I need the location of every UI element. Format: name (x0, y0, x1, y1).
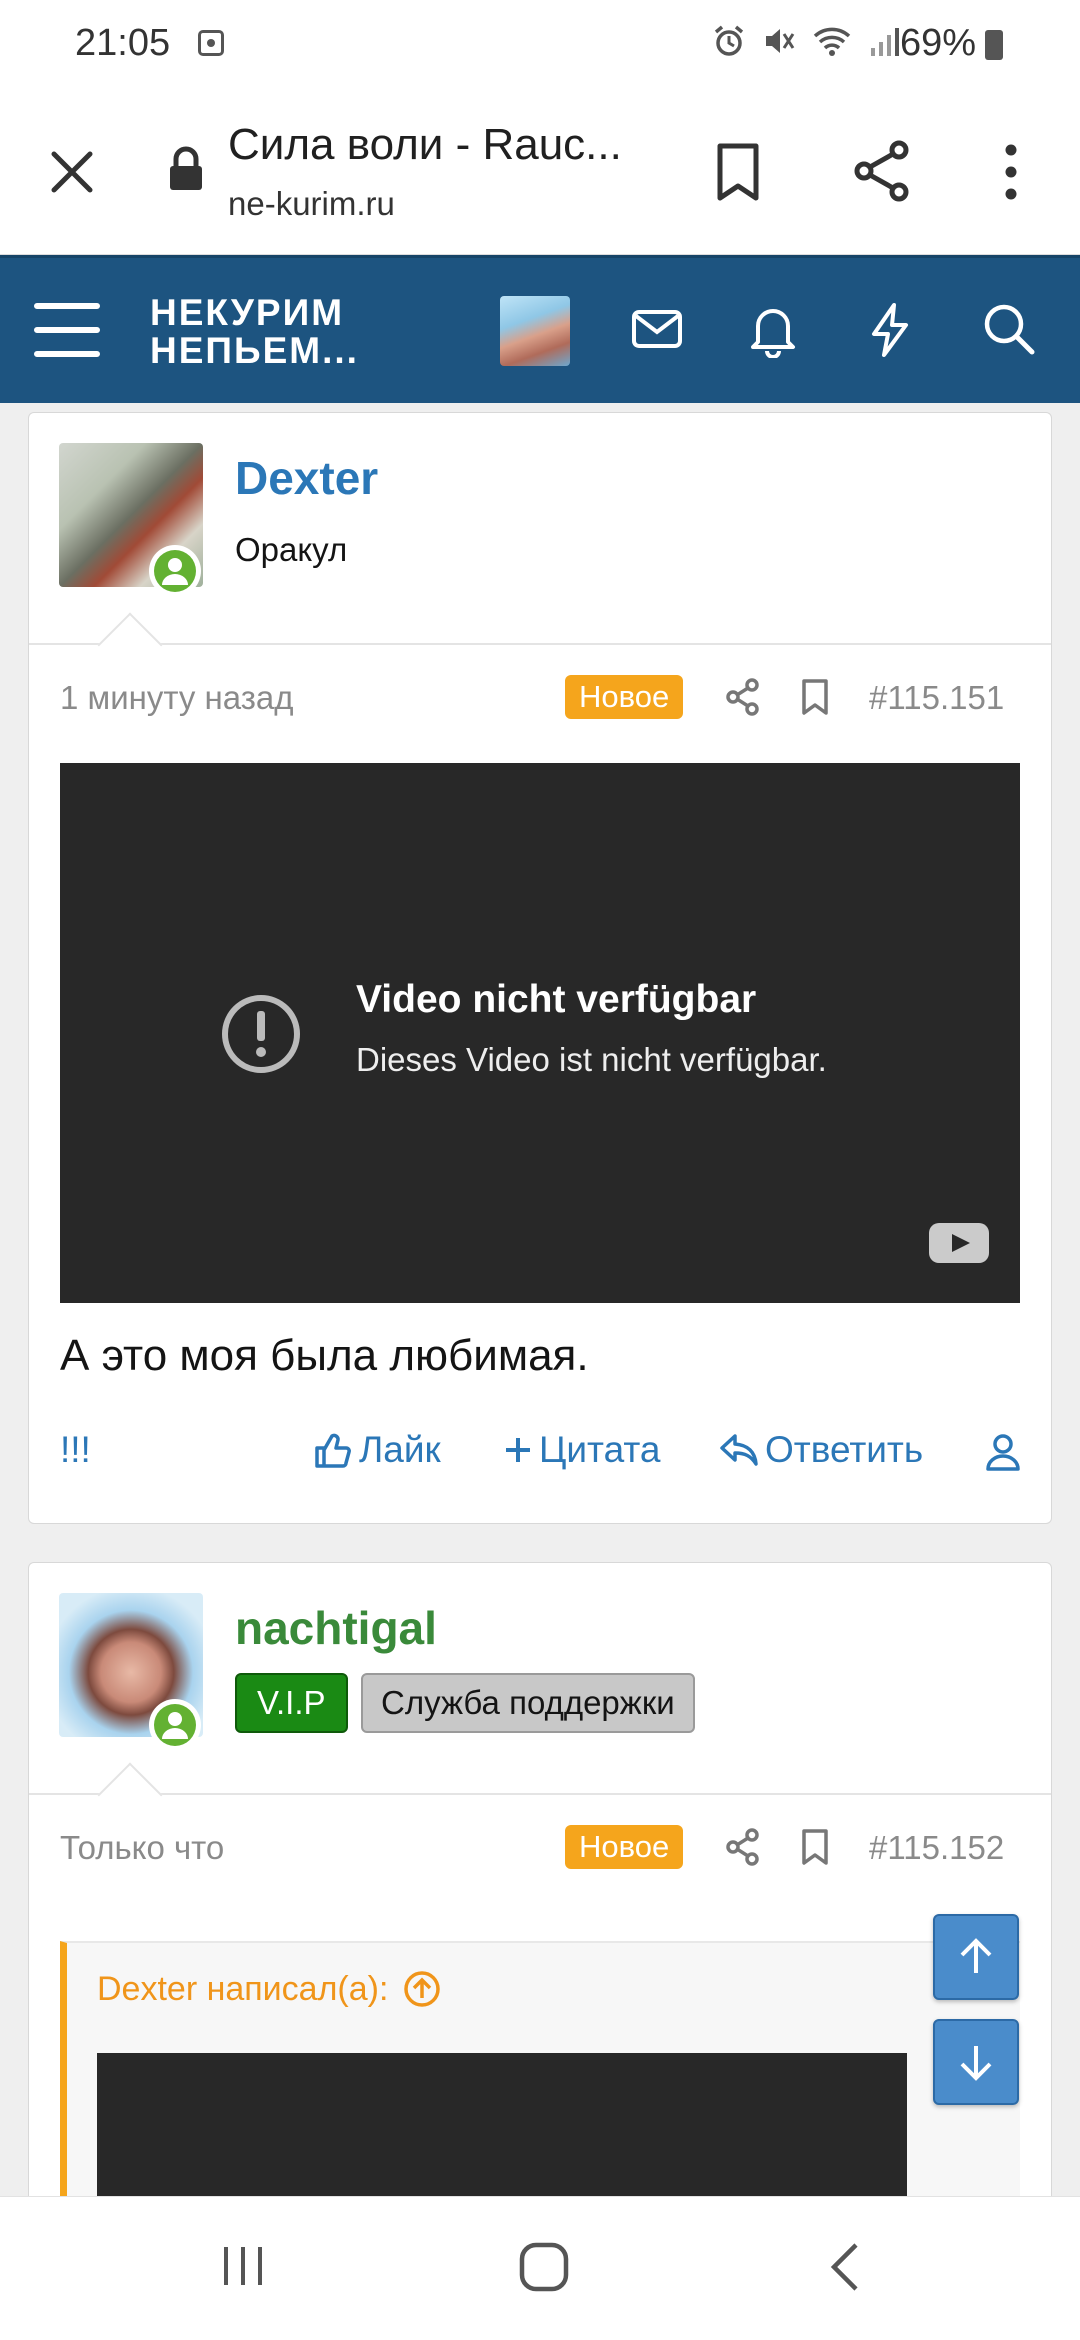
quote-label: Цитата (539, 1429, 661, 1470)
arrow-down-icon (960, 2046, 992, 2081)
recents-icon[interactable] (218, 2241, 268, 2291)
forum-header: НЕКУРИМ НЕПЬЕМ... (0, 255, 1080, 403)
like-label: Лайк (359, 1429, 441, 1470)
quote-author-link[interactable]: Dexter написал(а): (97, 1969, 442, 2009)
share-icon[interactable] (725, 1827, 761, 1867)
post-meta: 1 минуту назад Новое #115.151 (29, 659, 1051, 739)
scroll-bottom-button[interactable] (933, 2019, 1019, 2105)
online-status-icon (149, 1699, 201, 1751)
account-avatar[interactable] (500, 296, 570, 366)
more-icon[interactable] (1000, 142, 1022, 202)
battery-icon (985, 30, 1003, 60)
status-time: 21:05 (75, 22, 171, 64)
post-number[interactable]: #115.152 (869, 1829, 1004, 1867)
post-card: nachtigal V.I.P Служба поддержки Только … (28, 1562, 1052, 2262)
post-author-block: nachtigal V.I.P Служба поддержки (29, 1563, 1051, 1795)
battery-percent: 69% (900, 22, 977, 64)
lightning-icon[interactable] (868, 302, 912, 358)
share-icon[interactable] (852, 140, 912, 202)
alarm-icon (714, 25, 744, 56)
arrow-up-icon (960, 1938, 992, 1973)
forum-logo[interactable]: НЕКУРИМ НЕПЬЕМ... (150, 294, 380, 370)
bookmark-icon[interactable] (799, 677, 831, 717)
plus-icon (506, 1438, 530, 1462)
scroll-top-button[interactable] (933, 1914, 1019, 2000)
mail-icon[interactable] (630, 302, 684, 356)
video-error-title: Video nicht verfügbar (356, 978, 757, 1021)
like-button[interactable]: Лайк (313, 1429, 441, 1471)
browser-toolbar: Сила воли - Rauc... ne-kurim.ru (0, 90, 1080, 255)
support-badge: Служба поддержки (361, 1673, 695, 1733)
system-nav-bar (0, 2196, 1080, 2340)
new-badge: Новое (565, 675, 684, 719)
vip-badge: V.I.P (235, 1673, 348, 1733)
username[interactable]: Dexter (235, 451, 378, 505)
logo-line-2: НЕПЬЕМ... (150, 332, 359, 370)
post-number[interactable]: #115.151 (869, 679, 1004, 717)
quote-button[interactable]: Цитата (503, 1429, 660, 1471)
video-error-subtitle: Dieses Video ist nicht verfügbar. (356, 1041, 827, 1078)
bell-icon[interactable] (748, 302, 798, 358)
mute-icon (766, 29, 795, 53)
post-time[interactable]: Только что (60, 1829, 224, 1867)
page-url[interactable]: ne-kurim.ru (228, 185, 395, 223)
new-badge: Новое (565, 1825, 684, 1869)
bookmark-icon[interactable] (714, 142, 762, 202)
post-card: Dexter Оракул 1 минуту назад Новое #115.… (28, 412, 1052, 1524)
post-text: А это моя была любимая. (60, 1331, 589, 1380)
bookmark-icon[interactable] (799, 1827, 831, 1867)
wifi-icon (813, 27, 851, 56)
arrow-up-circle-icon (404, 1971, 441, 2007)
video-embed[interactable]: Video nicht verfügbar Dieses Video ist n… (60, 763, 1020, 1303)
page-title[interactable]: Сила воли - Rauc... (228, 120, 648, 170)
post-time[interactable]: 1 минуту назад (60, 679, 293, 717)
reply-label: Ответить (765, 1429, 924, 1470)
reactions-button[interactable]: !!! (60, 1429, 91, 1471)
close-icon[interactable] (48, 148, 96, 196)
youtube-logo-icon[interactable] (929, 1223, 989, 1263)
user-title: Оракул (235, 531, 348, 568)
back-icon[interactable] (828, 2241, 864, 2293)
online-status-icon (149, 545, 201, 597)
media-icon (198, 30, 224, 56)
lock-icon[interactable] (166, 146, 206, 192)
logo-line-1: НЕКУРИМ (150, 294, 345, 332)
post-meta: Только что Новое #115.152 (29, 1809, 1051, 1889)
alert-icon (222, 995, 300, 1073)
reply-button[interactable]: Ответить (719, 1429, 923, 1471)
signal-icon (871, 28, 899, 56)
status-bar: 21:05 69% (0, 0, 1080, 90)
post-author-block: Dexter Оракул (29, 413, 1051, 645)
status-icons (712, 24, 902, 58)
menu-icon[interactable] (34, 300, 100, 360)
user-icon[interactable] (985, 1433, 1021, 1471)
post-actions: !!! Лайк Цитата Ответить (29, 1413, 1051, 1493)
reply-icon (720, 1434, 758, 1466)
quote-author: Dexter написал(а): (97, 1969, 389, 2008)
like-icon (315, 1433, 351, 1468)
share-icon[interactable] (725, 677, 761, 717)
home-icon[interactable] (518, 2241, 570, 2293)
search-icon[interactable] (982, 302, 1036, 356)
username[interactable]: nachtigal (235, 1601, 437, 1655)
